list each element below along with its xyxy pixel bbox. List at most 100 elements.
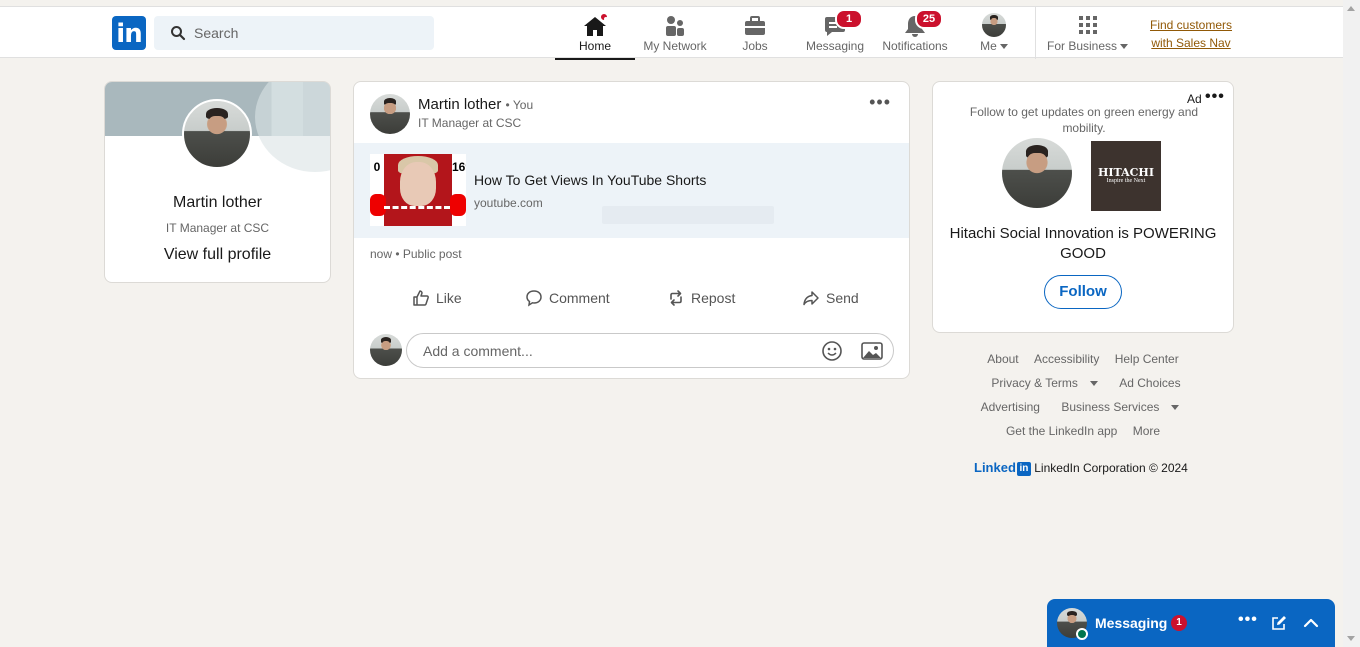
search-bar[interactable] xyxy=(154,16,434,50)
chevron-down-icon xyxy=(999,44,1008,50)
profile-name[interactable]: Martin lother xyxy=(105,194,330,212)
repost-label: Repost xyxy=(691,290,736,306)
sales-nav-link[interactable]: Find customers with Sales Nav xyxy=(1146,16,1236,52)
notifications-badge: 25 xyxy=(915,9,943,29)
compose-icon[interactable] xyxy=(1271,615,1287,631)
nav-for-business-label: For Business xyxy=(1040,39,1135,53)
like-label: Like xyxy=(436,290,462,306)
post-meta: now • Public post xyxy=(370,247,462,261)
footer-ad-choices[interactable]: Ad Choices xyxy=(1119,376,1180,390)
footer-advertising[interactable]: Advertising xyxy=(981,400,1040,414)
search-icon xyxy=(171,26,186,41)
profile-avatar[interactable] xyxy=(182,99,252,169)
post-author-avatar[interactable] xyxy=(370,94,410,134)
link-title[interactable]: How To Get Views In YouTube Shorts xyxy=(474,172,706,188)
scroll-up-icon[interactable] xyxy=(1347,6,1355,11)
hitachi-logo[interactable]: HITACHI Inspire the Next xyxy=(1091,141,1161,211)
footer-business-services[interactable]: Business Services xyxy=(1055,400,1185,414)
image-icon[interactable] xyxy=(861,341,883,361)
ad-card: Ad ••• Follow to get updates on green en… xyxy=(932,81,1234,333)
footer-get-app[interactable]: Get the LinkedIn app xyxy=(1006,424,1117,438)
nav-for-business[interactable]: For Business xyxy=(1040,7,1135,59)
send-button[interactable]: Send xyxy=(802,282,859,314)
post-more-icon[interactable]: ••• xyxy=(869,92,891,113)
messaging-badge: 1 xyxy=(835,9,863,29)
footer-privacy-terms[interactable]: Privacy & Terms xyxy=(985,376,1103,390)
comment-input[interactable] xyxy=(423,334,803,367)
link-source: youtube.com xyxy=(474,196,543,210)
search-input[interactable] xyxy=(194,16,424,50)
footer-row: Advertising Business Services xyxy=(932,400,1234,414)
messaging-title[interactable]: Messaging xyxy=(1095,615,1167,631)
post-author-headline: IT Manager at CSC xyxy=(418,116,522,130)
chevron-down-icon xyxy=(1120,44,1129,50)
nav-notifications-label: Notifications xyxy=(882,39,948,53)
youtube-shorts-icon xyxy=(450,194,466,216)
profile-card: Martin lother IT Manager at CSC View ful… xyxy=(104,81,331,283)
linkedin-logo[interactable]: in xyxy=(112,16,146,50)
thumb-person-face xyxy=(400,162,436,206)
repost-icon xyxy=(670,290,682,306)
nav-jobs[interactable]: Jobs xyxy=(715,7,795,59)
top-nav: in Home My Network Jobs 1 Messaging 25 N… xyxy=(0,6,1343,60)
chevron-up-icon[interactable] xyxy=(1303,615,1319,631)
nav-my-network-label: My Network xyxy=(643,39,707,53)
footer-about[interactable]: About xyxy=(987,352,1018,366)
nav-home[interactable]: Home xyxy=(555,7,635,60)
ad-user-avatar xyxy=(1002,138,1072,208)
jobs-icon xyxy=(745,16,765,35)
repost-button[interactable]: Repost xyxy=(667,282,735,314)
nav-messaging[interactable]: 1 Messaging xyxy=(795,7,875,59)
nav-my-network[interactable]: My Network xyxy=(635,7,715,59)
comment-box[interactable] xyxy=(406,333,894,368)
footer-copyright: Linked in LinkedIn Corporation © 2024 xyxy=(974,460,1188,476)
home-notification-dot xyxy=(599,12,609,22)
footer-help-center[interactable]: Help Center xyxy=(1115,352,1179,366)
nav-notifications[interactable]: 25 Notifications xyxy=(875,7,955,59)
commenter-avatar xyxy=(370,334,402,366)
thumbs-up-icon xyxy=(413,290,429,306)
messaging-more-icon[interactable]: ••• xyxy=(1238,611,1258,629)
footer-accessibility[interactable]: Accessibility xyxy=(1034,352,1099,366)
network-icon xyxy=(666,16,684,36)
chevron-down-icon xyxy=(1089,381,1098,387)
like-button[interactable]: Like xyxy=(412,282,462,314)
comment-icon xyxy=(526,290,542,307)
follow-button[interactable]: Follow xyxy=(1044,275,1122,309)
online-status-icon xyxy=(1076,628,1088,640)
messaging-overlay[interactable]: Messaging 1 ••• xyxy=(1047,599,1335,647)
chevron-down-icon xyxy=(1171,405,1180,411)
nav-divider xyxy=(1035,7,1036,59)
me-avatar xyxy=(982,13,1006,37)
video-thumbnail: 0 169 xyxy=(370,154,466,226)
footer-more[interactable]: More xyxy=(1133,424,1160,438)
nav-messaging-label: Messaging xyxy=(805,39,865,53)
footer-row: About Accessibility Help Center xyxy=(932,352,1234,366)
ghost-overlay xyxy=(602,206,774,224)
footer-row: Get the LinkedIn app More xyxy=(932,424,1234,438)
nav-me[interactable]: Me xyxy=(955,7,1033,59)
nav-jobs-label: Jobs xyxy=(742,39,768,53)
hitachi-tagline: Inspire the Next xyxy=(1106,178,1146,184)
comment-button[interactable]: Comment xyxy=(525,282,610,314)
grid-icon xyxy=(1078,16,1097,34)
post-link-preview[interactable]: 0 169 How To Get Views In YouTube Shorts… xyxy=(354,143,909,238)
nav-me-label: Me xyxy=(955,39,1033,53)
scrollbar[interactable] xyxy=(1343,0,1360,647)
comment-label: Comment xyxy=(549,290,610,306)
profile-headline: IT Manager at CSC xyxy=(165,221,270,235)
youtube-shorts-icon xyxy=(370,194,386,216)
linkedin-in-logo: in xyxy=(1016,462,1031,476)
footer-row: Privacy & Terms Ad Choices xyxy=(932,376,1234,390)
ad-more-icon[interactable]: ••• xyxy=(1205,88,1225,106)
thumb-arrow xyxy=(384,206,450,209)
linkedin-wordmark: Linked xyxy=(974,460,1016,475)
post-you-label: • You xyxy=(505,98,534,112)
view-profile-link[interactable]: View full profile xyxy=(105,246,330,264)
scroll-down-icon[interactable] xyxy=(1347,636,1355,641)
post-author[interactable]: Martin lother • You xyxy=(418,96,533,113)
ad-description: Follow to get updates on green energy an… xyxy=(969,105,1199,135)
emoji-icon[interactable] xyxy=(821,340,843,362)
nav-home-label: Home xyxy=(578,39,611,53)
feed-post: Martin lother • You IT Manager at CSC ••… xyxy=(353,81,910,379)
